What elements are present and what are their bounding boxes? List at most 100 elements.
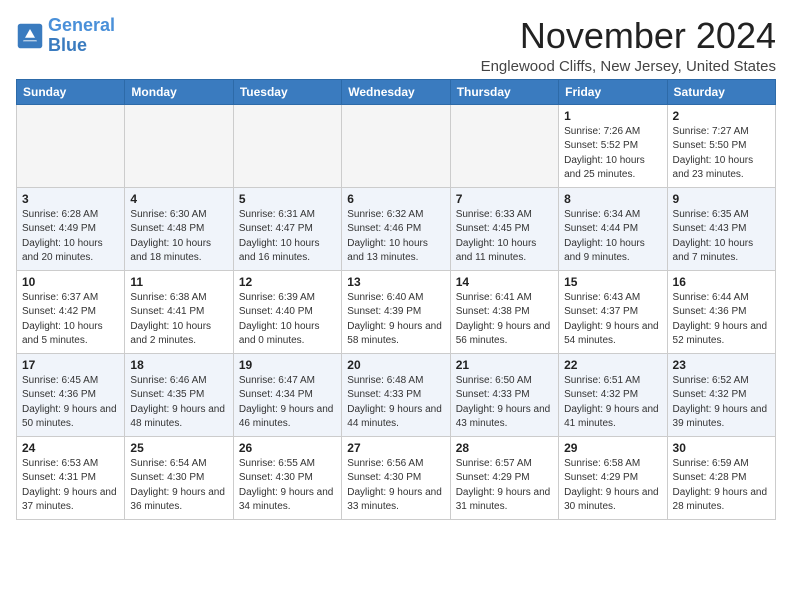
day-number: 29: [564, 441, 661, 455]
calendar-cell: 17Sunrise: 6:45 AM Sunset: 4:36 PM Dayli…: [17, 353, 125, 436]
day-number: 8: [564, 192, 661, 206]
day-number: 22: [564, 358, 661, 372]
day-number: 18: [130, 358, 227, 372]
day-detail: Sunrise: 6:30 AM Sunset: 4:48 PM Dayligh…: [130, 208, 227, 266]
calendar-cell: 1 Sunrise: 7:26 AM Sunset: 5:52 PM Daylig…: [559, 104, 667, 187]
calendar-cell: 25 Sunrise: 6:54 AM Sunset: 4:30 PM Dayli…: [125, 436, 233, 519]
day-number: 6: [347, 192, 444, 206]
calendar-cell: 3 Sunrise: 6:28 AM Sunset: 4:49 PM Daylig…: [17, 187, 125, 270]
day-number: 23: [673, 358, 770, 372]
day-detail: Sunrise: 6:50 AM Sunset: 4:33 PM Dayligh…: [456, 374, 553, 432]
calendar-cell: 9Sunrise: 6:35 AM Sunset: 4:43 PM Daylig…: [667, 187, 775, 270]
day-detail: Sunrise: 6:34 AM Sunset: 4:44 PM Dayligh…: [564, 208, 661, 266]
header-sunday: Sunday: [17, 79, 125, 104]
day-number: 28: [456, 441, 553, 455]
day-detail: Sunrise: 7:26 AM Sunset: 5:52 PM Dayligh…: [564, 125, 661, 183]
day-number: 15: [564, 275, 661, 289]
header-wednesday: Wednesday: [342, 79, 450, 104]
day-detail: Sunrise: 6:39 AM Sunset: 4:40 PM Dayligh…: [239, 291, 336, 349]
calendar-cell: 5Sunrise: 6:31 AM Sunset: 4:47 PM Daylig…: [233, 187, 341, 270]
month-title: November 2024: [481, 16, 776, 56]
day-detail: Sunrise: 6:57 AM Sunset: 4:29 PM Dayligh…: [456, 457, 553, 515]
calendar-cell: 21 Sunrise: 6:50 AM Sunset: 4:33 PM Dayli…: [450, 353, 558, 436]
week-row-2: 3 Sunrise: 6:28 AM Sunset: 4:49 PM Daylig…: [17, 187, 776, 270]
calendar-cell: 20 Sunrise: 6:48 AM Sunset: 4:33 PM Dayli…: [342, 353, 450, 436]
day-number: 25: [130, 441, 227, 455]
day-number: 26: [239, 441, 336, 455]
logo-icon: [16, 22, 44, 50]
day-number: 16: [673, 275, 770, 289]
day-detail: Sunrise: 6:55 AM Sunset: 4:30 PM Dayligh…: [239, 457, 336, 515]
calendar-cell: 26 Sunrise: 6:55 AM Sunset: 4:30 PM Dayli…: [233, 436, 341, 519]
day-number: 24: [22, 441, 119, 455]
calendar-cell: 6 Sunrise: 6:32 AM Sunset: 4:46 PM Daylig…: [342, 187, 450, 270]
day-number: 12: [239, 275, 336, 289]
logo-line2: Blue: [48, 35, 87, 55]
header-thursday: Thursday: [450, 79, 558, 104]
day-detail: Sunrise: 6:33 AM Sunset: 4:45 PM Dayligh…: [456, 208, 553, 266]
day-number: 2: [673, 109, 770, 123]
day-detail: Sunrise: 6:31 AM Sunset: 4:47 PM Dayligh…: [239, 208, 336, 266]
calendar-cell: 22 Sunrise: 6:51 AM Sunset: 4:32 PM Dayli…: [559, 353, 667, 436]
calendar-cell: [125, 104, 233, 187]
day-detail: Sunrise: 6:58 AM Sunset: 4:29 PM Dayligh…: [564, 457, 661, 515]
calendar-cell: 14 Sunrise: 6:41 AM Sunset: 4:38 PM Dayli…: [450, 270, 558, 353]
day-detail: Sunrise: 6:47 AM Sunset: 4:34 PM Dayligh…: [239, 374, 336, 432]
day-number: 21: [456, 358, 553, 372]
header-tuesday: Tuesday: [233, 79, 341, 104]
day-number: 11: [130, 275, 227, 289]
calendar-cell: 12 Sunrise: 6:39 AM Sunset: 4:40 PM Dayli…: [233, 270, 341, 353]
header-monday: Monday: [125, 79, 233, 104]
day-detail: Sunrise: 6:46 AM Sunset: 4:35 PM Dayligh…: [130, 374, 227, 432]
header-row: SundayMondayTuesdayWednesdayThursdayFrid…: [17, 79, 776, 104]
day-detail: Sunrise: 6:52 AM Sunset: 4:32 PM Dayligh…: [673, 374, 770, 432]
calendar-cell: 15 Sunrise: 6:43 AM Sunset: 4:37 PM Dayli…: [559, 270, 667, 353]
day-number: 7: [456, 192, 553, 206]
day-number: 4: [130, 192, 227, 206]
calendar-cell: 18 Sunrise: 6:46 AM Sunset: 4:35 PM Dayli…: [125, 353, 233, 436]
day-detail: Sunrise: 6:32 AM Sunset: 4:46 PM Dayligh…: [347, 208, 444, 266]
day-detail: Sunrise: 6:51 AM Sunset: 4:32 PM Dayligh…: [564, 374, 661, 432]
calendar-cell: 7 Sunrise: 6:33 AM Sunset: 4:45 PM Daylig…: [450, 187, 558, 270]
week-row-4: 17Sunrise: 6:45 AM Sunset: 4:36 PM Dayli…: [17, 353, 776, 436]
calendar-cell: [17, 104, 125, 187]
logo: General Blue: [16, 16, 115, 56]
week-row-1: 1 Sunrise: 7:26 AM Sunset: 5:52 PM Daylig…: [17, 104, 776, 187]
day-detail: Sunrise: 6:28 AM Sunset: 4:49 PM Dayligh…: [22, 208, 119, 266]
day-detail: Sunrise: 6:35 AM Sunset: 4:43 PM Dayligh…: [673, 208, 770, 266]
calendar-cell: 2 Sunrise: 7:27 AM Sunset: 5:50 PM Daylig…: [667, 104, 775, 187]
calendar-cell: 29 Sunrise: 6:58 AM Sunset: 4:29 PM Dayli…: [559, 436, 667, 519]
calendar-cell: [342, 104, 450, 187]
calendar-cell: [450, 104, 558, 187]
day-detail: Sunrise: 6:56 AM Sunset: 4:30 PM Dayligh…: [347, 457, 444, 515]
day-number: 27: [347, 441, 444, 455]
calendar-cell: 16 Sunrise: 6:44 AM Sunset: 4:36 PM Dayli…: [667, 270, 775, 353]
day-detail: Sunrise: 6:48 AM Sunset: 4:33 PM Dayligh…: [347, 374, 444, 432]
day-number: 20: [347, 358, 444, 372]
day-detail: Sunrise: 7:27 AM Sunset: 5:50 PM Dayligh…: [673, 125, 770, 183]
logo-line1: General: [48, 15, 115, 35]
day-number: 10: [22, 275, 119, 289]
day-number: 1: [564, 109, 661, 123]
calendar-cell: 28 Sunrise: 6:57 AM Sunset: 4:29 PM Dayli…: [450, 436, 558, 519]
calendar-cell: 10 Sunrise: 6:37 AM Sunset: 4:42 PM Dayli…: [17, 270, 125, 353]
calendar-cell: 8 Sunrise: 6:34 AM Sunset: 4:44 PM Daylig…: [559, 187, 667, 270]
calendar-cell: 4 Sunrise: 6:30 AM Sunset: 4:48 PM Daylig…: [125, 187, 233, 270]
header-friday: Friday: [559, 79, 667, 104]
calendar-cell: 24 Sunrise: 6:53 AM Sunset: 4:31 PM Dayli…: [17, 436, 125, 519]
day-detail: Sunrise: 6:41 AM Sunset: 4:38 PM Dayligh…: [456, 291, 553, 349]
day-detail: Sunrise: 6:59 AM Sunset: 4:28 PM Dayligh…: [673, 457, 770, 515]
day-number: 13: [347, 275, 444, 289]
day-detail: Sunrise: 6:37 AM Sunset: 4:42 PM Dayligh…: [22, 291, 119, 349]
day-detail: Sunrise: 6:43 AM Sunset: 4:37 PM Dayligh…: [564, 291, 661, 349]
calendar-cell: 11Sunrise: 6:38 AM Sunset: 4:41 PM Dayli…: [125, 270, 233, 353]
logo-text: General Blue: [48, 16, 115, 56]
day-detail: Sunrise: 6:45 AM Sunset: 4:36 PM Dayligh…: [22, 374, 119, 432]
day-number: 3: [22, 192, 119, 206]
header-saturday: Saturday: [667, 79, 775, 104]
title-area: November 2024 Englewood Cliffs, New Jers…: [481, 16, 776, 75]
day-detail: Sunrise: 6:54 AM Sunset: 4:30 PM Dayligh…: [130, 457, 227, 515]
day-detail: Sunrise: 6:44 AM Sunset: 4:36 PM Dayligh…: [673, 291, 770, 349]
day-detail: Sunrise: 6:53 AM Sunset: 4:31 PM Dayligh…: [22, 457, 119, 515]
day-number: 14: [456, 275, 553, 289]
